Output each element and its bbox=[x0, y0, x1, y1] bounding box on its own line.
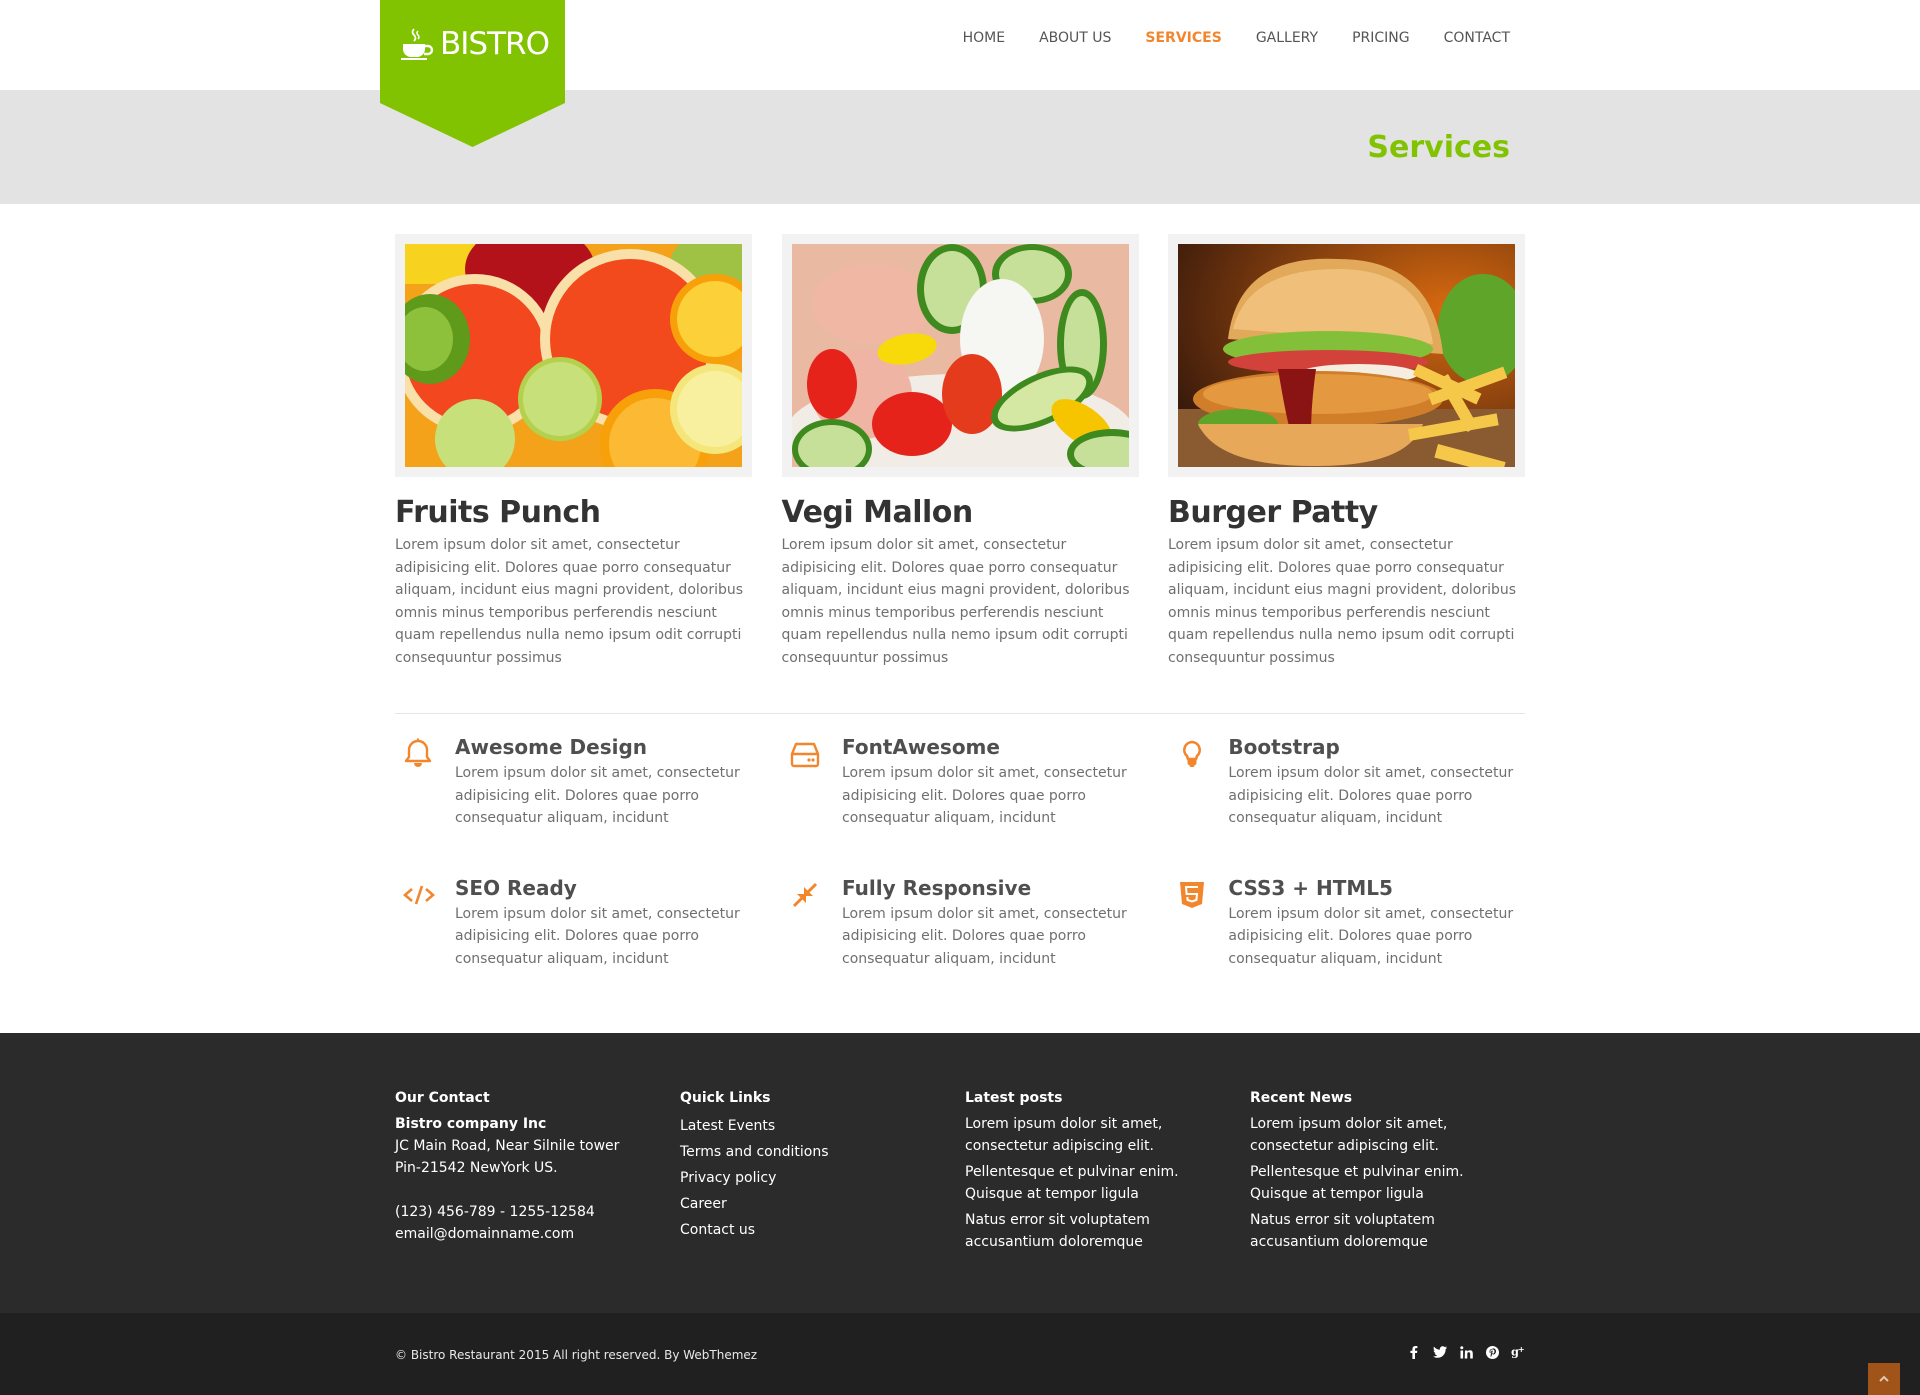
feature-title: FontAwesome bbox=[842, 735, 1000, 759]
card-text: Lorem ipsum dolor sit amet, consectetur … bbox=[1168, 537, 1517, 666]
footer-heading: Recent News bbox=[1250, 1090, 1353, 1106]
card-title: Vegi Mallon bbox=[781, 495, 974, 530]
feature-text: Lorem ipsum dolor sit amet, consectetur … bbox=[1228, 765, 1514, 826]
logo-text: BISTRO bbox=[440, 26, 550, 62]
footer-heading: Our Contact bbox=[395, 1090, 490, 1106]
card-text: Lorem ipsum dolor sit amet, consectetur … bbox=[395, 537, 744, 666]
fruits-image bbox=[390, 224, 760, 499]
svg-text:+: + bbox=[1518, 1345, 1525, 1354]
features-grid: Awesome Design Lorem ipsum dolor sit ame… bbox=[395, 732, 1525, 970]
coffee-cup-icon bbox=[401, 28, 434, 60]
copyright: © Bistro Restaurant 2015 All right reser… bbox=[395, 1348, 758, 1362]
twitter-icon[interactable] bbox=[1433, 1344, 1447, 1360]
company-name: Bistro company Inc bbox=[395, 1116, 547, 1132]
compress-icon bbox=[792, 882, 818, 907]
footer-latest-posts: Latest posts Lorem ipsum dolor sit amet,… bbox=[965, 1090, 1250, 1257]
address-line: JC Main Road, Near Silnile tower bbox=[395, 1138, 620, 1154]
main-nav: HOME ABOUT US SERVICES GALLERY PRICING C… bbox=[929, 30, 1510, 46]
social-links: g + bbox=[1407, 1344, 1525, 1360]
news-link[interactable]: Lorem ipsum dolor sit amet, consectetur … bbox=[1250, 1113, 1520, 1157]
card-image-frame bbox=[781, 234, 1157, 494]
nav-services[interactable]: SERVICES bbox=[1145, 30, 1221, 46]
nav-pricing[interactable]: PRICING bbox=[1352, 30, 1410, 46]
site-footer: Our Contact Bistro company Inc JC Main R… bbox=[0, 1033, 1920, 1313]
logo-banner bbox=[380, 0, 565, 147]
card-title: Fruits Punch bbox=[395, 495, 601, 530]
salad-image bbox=[784, 244, 1157, 494]
nav-home[interactable]: HOME bbox=[963, 30, 1005, 46]
nav-gallery[interactable]: GALLERY bbox=[1256, 30, 1318, 46]
service-card: Fruits Punch Lorem ipsum dolor sit amet,… bbox=[390, 224, 760, 669]
lightbulb-icon bbox=[1183, 740, 1201, 767]
linkedin-icon[interactable] bbox=[1459, 1344, 1473, 1360]
service-cards: Fruits Punch Lorem ipsum dolor sit amet,… bbox=[390, 224, 1528, 669]
service-card: Vegi Mallon Lorem ipsum dolor sit amet, … bbox=[781, 234, 1157, 669]
card-title: Burger Patty bbox=[1168, 495, 1378, 530]
burger-image bbox=[1178, 244, 1528, 476]
service-card: Burger Patty Lorem ipsum dolor sit amet,… bbox=[1168, 234, 1528, 669]
footer-recent-news: Recent News Lorem ipsum dolor sit amet, … bbox=[1250, 1090, 1535, 1257]
feature-item: FontAwesome Lorem ipsum dolor sit amet, … bbox=[782, 732, 1169, 830]
chevron-up-icon bbox=[1879, 1375, 1889, 1382]
footer-heading: Latest posts bbox=[965, 1090, 1063, 1106]
scroll-to-top-button[interactable] bbox=[1868, 1363, 1900, 1395]
footer-bottom-bar: © Bistro Restaurant 2015 All right reser… bbox=[0, 1313, 1920, 1395]
quick-link[interactable]: Terms and conditions bbox=[680, 1139, 965, 1165]
feature-title: Awesome Design bbox=[455, 735, 648, 759]
quick-link[interactable]: Contact us bbox=[680, 1217, 965, 1243]
feature-text: Lorem ipsum dolor sit amet, consectetur … bbox=[842, 765, 1127, 826]
feature-item: Awesome Design Lorem ipsum dolor sit ame… bbox=[395, 732, 782, 830]
page-title-bar: Services bbox=[0, 90, 1920, 204]
feature-title: Bootstrap bbox=[1228, 735, 1340, 759]
email-address[interactable]: email@domainname.com bbox=[395, 1223, 680, 1245]
nav-contact[interactable]: CONTACT bbox=[1444, 30, 1510, 46]
feature-text: Lorem ipsum dolor sit amet, consectetur … bbox=[842, 905, 1127, 967]
facebook-icon[interactable] bbox=[1407, 1344, 1421, 1360]
footer-contact: Our Contact Bistro company Inc JC Main R… bbox=[395, 1090, 680, 1257]
code-icon bbox=[403, 885, 435, 904]
footer-quick-links: Quick Links Latest Events Terms and cond… bbox=[680, 1090, 965, 1257]
feature-item: CSS3 + HTML5 Lorem ipsum dolor sit amet,… bbox=[1169, 873, 1525, 971]
card-image-frame bbox=[1168, 234, 1528, 477]
feature-text: Lorem ipsum dolor sit amet, consectetur … bbox=[1228, 905, 1514, 967]
logo[interactable]: BISTRO bbox=[380, 0, 565, 147]
post-link[interactable]: Natus error sit voluptatem accusantium d… bbox=[965, 1209, 1235, 1253]
card-image-frame bbox=[390, 224, 760, 499]
news-link[interactable]: Natus error sit voluptatem accusantium d… bbox=[1250, 1209, 1520, 1253]
quick-link[interactable]: Latest Events bbox=[680, 1113, 965, 1139]
quick-link[interactable]: Career bbox=[680, 1191, 965, 1217]
feature-item: SEO Ready Lorem ipsum dolor sit amet, co… bbox=[395, 873, 782, 971]
feature-item: Fully Responsive Lorem ipsum dolor sit a… bbox=[782, 873, 1169, 971]
pinterest-icon[interactable] bbox=[1485, 1344, 1499, 1360]
address-line: Pin-21542 NewYork US. bbox=[395, 1160, 558, 1176]
news-link[interactable]: Pellentesque et pulvinar enim. Quisque a… bbox=[1250, 1161, 1520, 1205]
post-link[interactable]: Lorem ipsum dolor sit amet, consectetur … bbox=[965, 1113, 1235, 1157]
card-text: Lorem ipsum dolor sit amet, consectetur … bbox=[781, 537, 1130, 666]
feature-text: Lorem ipsum dolor sit amet, consectetur … bbox=[455, 765, 740, 826]
feature-title: CSS3 + HTML5 bbox=[1228, 875, 1393, 900]
phone-number: (123) 456-789 - 1255-12584 bbox=[395, 1204, 595, 1220]
feature-title: Fully Responsive bbox=[842, 875, 1032, 900]
feature-item: Bootstrap Lorem ipsum dolor sit amet, co… bbox=[1169, 732, 1525, 830]
post-link[interactable]: Pellentesque et pulvinar enim. Quisque a… bbox=[965, 1161, 1235, 1205]
hdd-icon bbox=[790, 742, 820, 768]
nav-about-us[interactable]: ABOUT US bbox=[1039, 30, 1111, 46]
quick-link[interactable]: Privacy policy bbox=[680, 1165, 965, 1191]
feature-title: SEO Ready bbox=[455, 875, 577, 900]
bell-icon bbox=[404, 738, 432, 767]
section-divider bbox=[395, 713, 1525, 714]
google-plus-icon[interactable]: g + bbox=[1511, 1344, 1525, 1360]
footer-heading: Quick Links bbox=[680, 1090, 771, 1106]
site-header: HOME ABOUT US SERVICES GALLERY PRICING C… bbox=[0, 0, 1920, 90]
page-title: Services bbox=[1367, 130, 1510, 165]
html5-icon bbox=[1180, 881, 1204, 908]
feature-text: Lorem ipsum dolor sit amet, consectetur … bbox=[455, 905, 740, 967]
